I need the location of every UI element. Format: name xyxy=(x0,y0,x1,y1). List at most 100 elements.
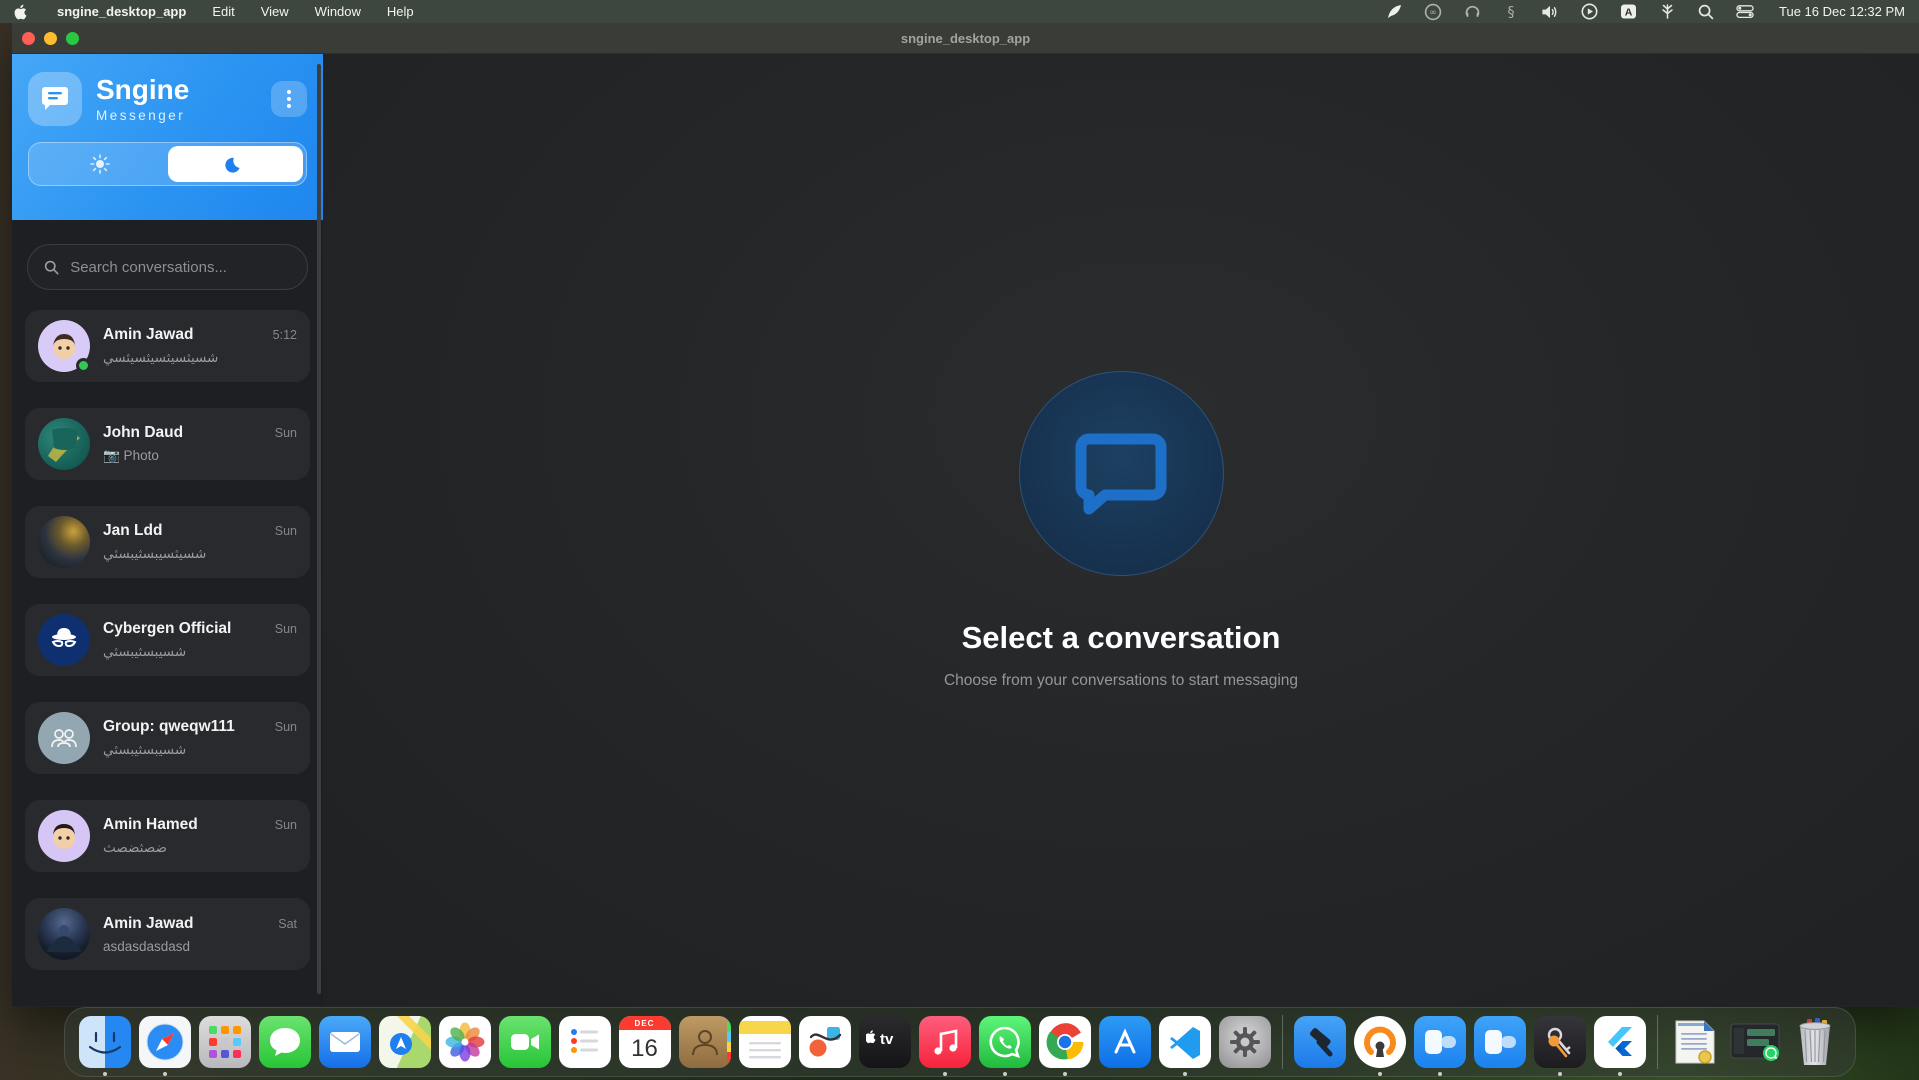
window-titlebar[interactable]: sngine_desktop_app xyxy=(12,23,1919,54)
theme-toggle[interactable] xyxy=(28,142,307,186)
dock-icon-calendar[interactable]: DEC16 xyxy=(615,1007,675,1077)
menubar-item-view[interactable]: View xyxy=(261,4,289,19)
menubar-clock[interactable]: Tue 16 Dec 12:32 PM xyxy=(1779,4,1905,19)
menu-bar: sngine_desktop_app Edit View Window Help… xyxy=(0,0,1919,23)
running-indicator xyxy=(103,1072,107,1076)
conversation-preview: 📷 Photo xyxy=(103,448,297,464)
dock-icon-photos[interactable] xyxy=(435,1007,495,1077)
conversation-name: Cybergen Official xyxy=(103,620,231,638)
conversation-list: Amin Jawad5:12شسيثسيثسيثسيثسي John DaudSu… xyxy=(12,298,323,1006)
avatar xyxy=(38,516,90,568)
zoom-window-button[interactable] xyxy=(66,32,79,45)
dock-icon-whatsapp[interactable] xyxy=(975,1007,1035,1077)
desktop: sngine_desktop_app Edit View Window Help… xyxy=(0,0,1919,1080)
dock-icon-reminders[interactable] xyxy=(555,1007,615,1077)
conversation-time: Sun xyxy=(267,818,297,832)
sidebar-scrollbar[interactable] xyxy=(317,64,321,994)
app-logo xyxy=(28,72,82,126)
dock-icon-messages[interactable] xyxy=(255,1007,315,1077)
dock-icon-notes[interactable] xyxy=(735,1007,795,1077)
running-indicator xyxy=(1183,1072,1187,1076)
sidebar-menu-button[interactable] xyxy=(271,81,307,117)
running-indicator xyxy=(1438,1072,1442,1076)
conversation-preview: ضصثضصث xyxy=(103,840,297,856)
running-indicator xyxy=(943,1072,947,1076)
dock-icon-freeform[interactable] xyxy=(795,1007,855,1077)
dock-icon-finder[interactable] xyxy=(75,1007,135,1077)
avatar xyxy=(38,614,90,666)
svg-text:§: § xyxy=(1508,5,1515,21)
running-indicator xyxy=(1618,1072,1622,1076)
dock-icon-windowapp[interactable] xyxy=(1470,1007,1530,1077)
search-input[interactable] xyxy=(70,259,291,276)
dark-mode-option[interactable] xyxy=(168,146,304,182)
dock-icon-music[interactable] xyxy=(915,1007,975,1077)
menubar-app-name[interactable]: sngine_desktop_app xyxy=(57,4,186,19)
menubar-item-help[interactable]: Help xyxy=(387,4,414,19)
conversation-item[interactable]: Amin HamedSunضصثضصث xyxy=(25,800,310,872)
running-indicator xyxy=(1378,1072,1382,1076)
svg-text:A: A xyxy=(1624,6,1632,18)
dock-icon-contacts[interactable] xyxy=(675,1007,735,1077)
dock-icon-flutter[interactable] xyxy=(1590,1007,1650,1077)
dock-icon-certificate[interactable] xyxy=(1665,1007,1725,1077)
dock-icon-appletv[interactable]: tv xyxy=(855,1007,915,1077)
running-indicator xyxy=(1558,1072,1562,1076)
conversation-item[interactable]: Cybergen Official Sun شسيبسثيبسثي xyxy=(25,604,310,676)
dock-icon-openvpn[interactable] xyxy=(1350,1007,1410,1077)
dock-icon-mail[interactable] xyxy=(315,1007,375,1077)
brand-title: Sngine xyxy=(96,75,189,105)
volume-icon[interactable] xyxy=(1541,3,1559,20)
light-mode-option[interactable] xyxy=(32,146,168,182)
conversation-time: Sun xyxy=(267,622,297,636)
conversation-preview: شسيثسيبسثيبسثي xyxy=(103,546,297,562)
keyboard-input-icon[interactable]: A xyxy=(1619,3,1637,20)
dock-icon-keychain[interactable] xyxy=(1530,1007,1590,1077)
dock-icon-chrome[interactable] xyxy=(1035,1007,1095,1077)
dock-icon-screenshotfile[interactable] xyxy=(1725,1007,1785,1077)
svg-text:tv: tv xyxy=(880,1031,894,1048)
conversation-name: Amin Jawad xyxy=(103,915,193,933)
dock-icon-hammer[interactable] xyxy=(1290,1007,1350,1077)
conversation-preview: asdasdasdasd xyxy=(103,939,297,954)
menubar-item-window[interactable]: Window xyxy=(315,4,361,19)
dock-icon-launchpad[interactable] xyxy=(195,1007,255,1077)
tree-icon[interactable] xyxy=(1658,3,1676,20)
conversation-item[interactable]: Amin JawadSatasdasdasdasd xyxy=(25,898,310,970)
menubar-item-edit[interactable]: Edit xyxy=(212,4,234,19)
dock-divider xyxy=(1657,1015,1658,1069)
app-window: sngine_desktop_app Sngine Messenger xyxy=(12,23,1919,1007)
moon-icon xyxy=(225,154,245,174)
conversation-item[interactable]: Group: qweqw111Sunشسيبسثيبسثي xyxy=(25,702,310,774)
empty-state-title: Select a conversation xyxy=(962,620,1281,656)
creative-cloud-icon[interactable]: ∞ xyxy=(1424,3,1442,20)
close-window-button[interactable] xyxy=(22,32,35,45)
conversation-time: 5:12 xyxy=(265,328,297,342)
conversation-name: Group: qweqw111 xyxy=(103,718,235,736)
dock-icon-facetime[interactable] xyxy=(495,1007,555,1077)
conversation-item[interactable]: John DaudSun📷 Photo xyxy=(25,408,310,480)
dock-icon-safari[interactable] xyxy=(135,1007,195,1077)
dock-icon-trash[interactable] xyxy=(1785,1007,1845,1077)
chat-bubble-outline-icon xyxy=(1065,417,1177,529)
brand-subtitle: Messenger xyxy=(96,108,189,123)
search-box[interactable] xyxy=(27,244,308,290)
feather-icon[interactable] xyxy=(1385,3,1403,20)
dock-icon-windowapp[interactable] xyxy=(1410,1007,1470,1077)
dock-icon-vscode[interactable] xyxy=(1155,1007,1215,1077)
play-circle-icon[interactable] xyxy=(1580,3,1598,20)
spotlight-search-icon[interactable] xyxy=(1697,3,1715,20)
script-icon[interactable]: § xyxy=(1502,3,1520,20)
minimize-window-button[interactable] xyxy=(44,32,57,45)
apple-menu-icon[interactable] xyxy=(14,4,29,20)
dock-divider xyxy=(1282,1015,1283,1069)
dock-icon-appstore[interactable] xyxy=(1095,1007,1155,1077)
dock-icon-maps[interactable] xyxy=(375,1007,435,1077)
conversation-item[interactable]: Jan LddSunشسيثسيبسثيبسثي xyxy=(25,506,310,578)
conversation-item[interactable]: Amin Jawad5:12شسيثسيثسيثسيثسي xyxy=(25,310,310,382)
control-center-icon[interactable] xyxy=(1736,3,1754,20)
main-panel: Select a conversation Choose from your c… xyxy=(323,54,1919,1006)
headphones-icon[interactable] xyxy=(1463,3,1481,20)
dock-icon-settings[interactable] xyxy=(1215,1007,1275,1077)
conversation-preview: شسيبسثيبسثي xyxy=(103,644,297,660)
